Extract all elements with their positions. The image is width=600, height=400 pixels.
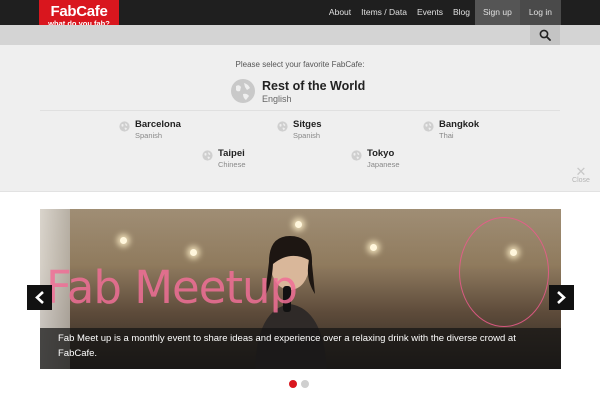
cafe-name: Bangkok: [439, 119, 480, 130]
globe-icon: [119, 121, 130, 132]
nav-events[interactable]: Events: [412, 0, 448, 25]
decorative-ring: [459, 217, 549, 327]
slider-next-button[interactable]: [549, 285, 574, 310]
search-button[interactable]: [530, 25, 560, 45]
slider-dot-1[interactable]: [289, 380, 297, 388]
close-button[interactable]: ✕ Close: [565, 164, 597, 186]
cafe-language: Spanish: [293, 131, 321, 140]
slider-dot-2[interactable]: [301, 380, 309, 388]
cafe-language: Thai: [439, 131, 454, 140]
chevron-left-icon: [35, 291, 44, 304]
nav-items-data[interactable]: Items / Data: [356, 0, 412, 25]
logo-name: FabCafe: [50, 3, 108, 20]
selector-divider: [40, 110, 560, 111]
slide-caption: Fab Meet up is a monthly event to share …: [40, 328, 561, 369]
slider-prev-button[interactable]: [27, 285, 52, 310]
cafe-name: Sitges: [293, 119, 322, 130]
cafe-selector-panel: Please select your favorite FabCafe: Res…: [0, 45, 600, 192]
cafe-name: Barcelona: [135, 119, 181, 130]
sign-up-button[interactable]: Sign up: [474, 0, 520, 25]
cafe-name: Tokyo: [367, 148, 395, 159]
ceiling-light: [370, 244, 377, 251]
slider-pagination: [289, 380, 313, 388]
globe-icon: [351, 150, 362, 161]
cafe-name: Taipei: [218, 148, 245, 159]
globe-icon: [202, 150, 213, 161]
current-cafe-name: Rest of the World: [262, 79, 366, 93]
cafe-language: Spanish: [135, 131, 163, 140]
cafe-language: Japanese: [367, 160, 400, 169]
log-in-button[interactable]: Log in: [519, 0, 561, 25]
selector-prompt: Please select your favorite FabCafe:: [235, 60, 365, 69]
search-icon: [539, 29, 551, 41]
sub-bar: [0, 25, 600, 45]
ceiling-light: [190, 249, 197, 256]
chevron-right-icon: [557, 291, 566, 304]
close-label: Close: [572, 177, 590, 184]
slide-overlay-title: Fab Meetup: [46, 261, 298, 314]
close-icon: ✕: [575, 164, 587, 179]
ceiling-light: [120, 237, 127, 244]
current-cafe-language: English: [262, 94, 292, 104]
globe-icon: [277, 121, 288, 132]
cafe-language: Chinese: [218, 160, 246, 169]
top-nav-bar: FabCafe what do you fab? About Items / D…: [0, 0, 600, 32]
current-cafe[interactable]: Rest of the World English: [230, 76, 390, 106]
globe-icon: [231, 79, 255, 103]
nav-blog[interactable]: Blog: [448, 0, 475, 25]
globe-icon: [423, 121, 434, 132]
nav-about[interactable]: About: [324, 0, 356, 25]
main-nav: About Items / Data Events Blog Sign up L…: [324, 0, 561, 25]
